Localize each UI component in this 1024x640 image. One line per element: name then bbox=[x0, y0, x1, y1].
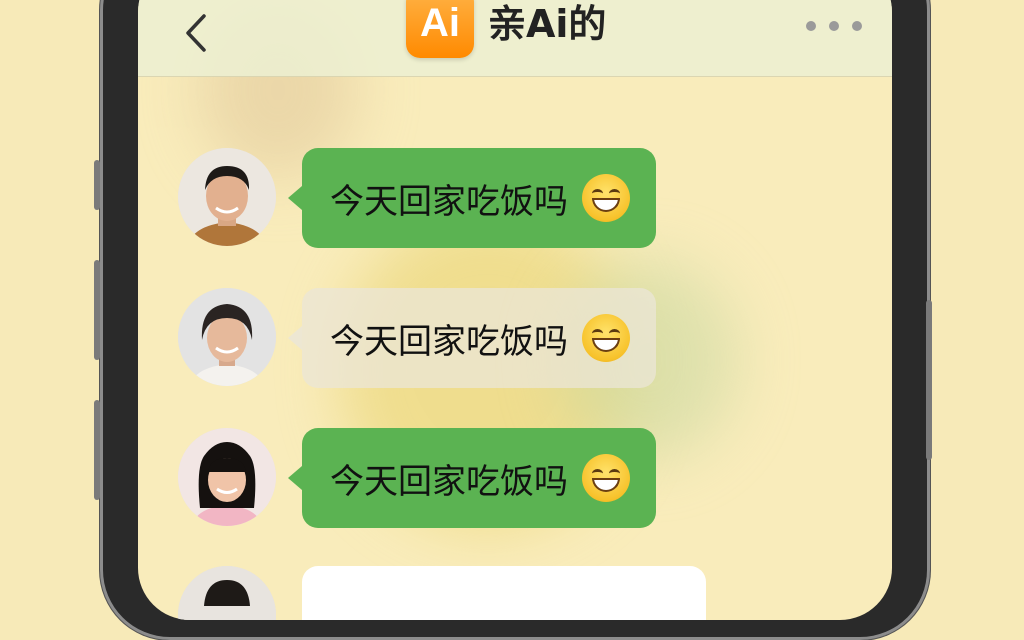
chat-title: 亲Ai的 bbox=[488, 2, 607, 46]
grinning-face-icon bbox=[582, 314, 630, 362]
grinning-face-icon bbox=[582, 174, 630, 222]
phone-side-button bbox=[94, 400, 100, 500]
app-logo: Ai bbox=[406, 0, 474, 58]
bubble-tail bbox=[288, 326, 302, 350]
more-dots-icon bbox=[852, 21, 862, 31]
man-avatar[interactable] bbox=[178, 148, 276, 246]
grinning-face-icon bbox=[582, 454, 630, 502]
man-avatar-image bbox=[178, 148, 276, 246]
older-woman-avatar[interactable] bbox=[178, 288, 276, 386]
more-options-button[interactable] bbox=[806, 14, 862, 38]
message-bubble[interactable]: 今天回家吃饭吗 bbox=[288, 288, 656, 388]
message-bubble[interactable]: 今天回家吃饭吗 bbox=[288, 428, 656, 528]
message-bubble[interactable] bbox=[302, 566, 706, 620]
older-woman-avatar-image bbox=[178, 288, 276, 386]
phone-side-button bbox=[94, 160, 100, 210]
girl-avatar-image bbox=[178, 428, 276, 526]
message-text: 今天回家吃饭吗 bbox=[330, 181, 568, 222]
bubble-tail bbox=[288, 186, 302, 210]
phone-side-button bbox=[94, 260, 100, 360]
app-logo-text: Ai bbox=[420, 0, 460, 45]
bubble-tail bbox=[288, 466, 302, 490]
back-button[interactable] bbox=[176, 8, 216, 58]
avatar-image bbox=[178, 566, 276, 620]
phone-screen: Ai 亲Ai的 今天回家吃饭吗 今天回家吃饭吗 今天回家吃饭吗 bbox=[138, 0, 892, 620]
more-dots-icon bbox=[829, 21, 839, 31]
message-bubble[interactable]: 今天回家吃饭吗 bbox=[288, 148, 656, 248]
message-text: 今天回家吃饭吗 bbox=[330, 461, 568, 502]
chat-header: Ai 亲Ai的 bbox=[138, 0, 892, 77]
girl-avatar[interactable] bbox=[178, 428, 276, 526]
message-text: 今天回家吃饭吗 bbox=[330, 321, 568, 362]
chevron-left-icon bbox=[186, 14, 206, 52]
more-dots-icon bbox=[806, 21, 816, 31]
avatar[interactable] bbox=[178, 566, 276, 620]
phone-power-button bbox=[926, 300, 932, 460]
